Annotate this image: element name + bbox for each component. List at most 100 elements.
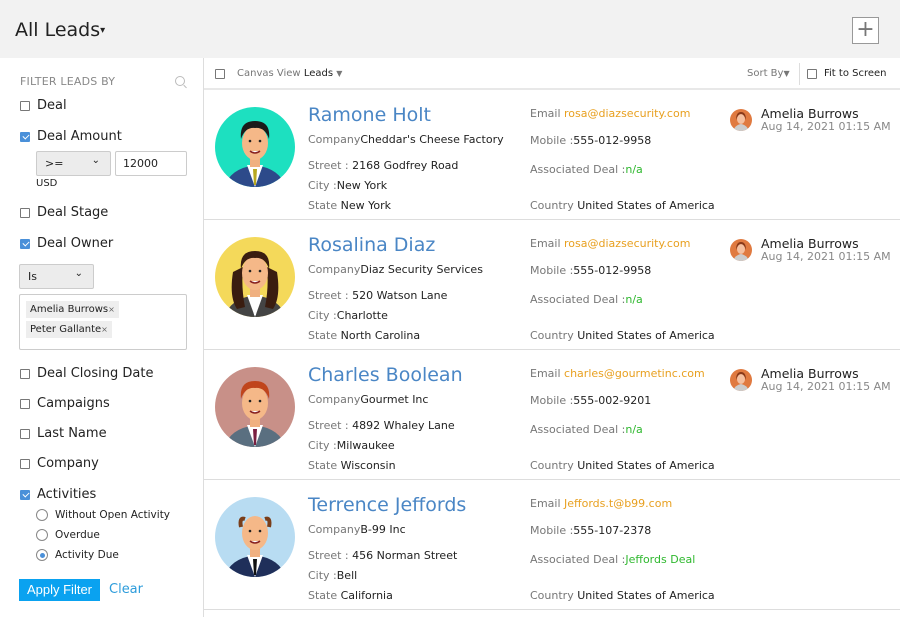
field-label: Country [530,459,574,472]
filter-label: Last Name [37,426,107,441]
radio-label: Without Open Activity [55,509,171,521]
filter-item[interactable]: Company [20,456,99,471]
filter-label: Deal Closing Date [37,366,154,381]
filter-item[interactable]: Deal [20,98,67,113]
filter-label: Campaigns [37,396,110,411]
filter-item[interactable]: Last Name [20,426,107,441]
filter-label: Company [37,456,99,471]
radio-button[interactable] [36,549,48,561]
field-value: 555-012-9958 [573,264,652,277]
owner-date: Aug 14, 2021 01:15 AM [761,380,891,393]
filter-label: Deal Owner [37,236,114,251]
lead-name[interactable]: Rosalina Diaz [308,234,435,256]
owner-tag[interactable]: Amelia Burrows× [26,301,119,318]
clear-link[interactable]: Clear [109,582,143,597]
divider [799,63,800,85]
field-label: Company [308,263,361,276]
amount-operator-select[interactable]: >= ⌄ [36,151,111,176]
field-value: 2168 Godfrey Road [352,159,459,172]
activity-option[interactable]: Overdue [36,529,100,541]
state-field: State California [308,589,393,602]
filter-item[interactable]: Activities [20,487,96,502]
select-all-checkbox[interactable] [215,69,225,79]
field-label: Street : [308,419,349,432]
lead-card[interactable]: Terrence Jeffords CompanyB-99 Inc Street… [204,480,900,610]
company-field: CompanyGourmet Inc [308,393,428,406]
field-label: Mobile : [530,134,574,147]
filter-label: Deal [37,98,67,113]
email-link[interactable]: Jeffords.t@b99.com [564,497,672,510]
state-field: State North Carolina [308,329,420,342]
deal-link[interactable]: n/a [625,293,642,306]
fit-to-screen-toggle[interactable]: Fit to Screen [807,68,887,79]
filter-checkbox[interactable] [20,398,30,409]
lead-card[interactable]: Charles Boolean CompanyGourmet Inc Stree… [204,350,900,480]
street-field: Street : 4892 Whaley Lane [308,419,455,432]
filter-item[interactable]: Deal Owner [20,236,113,251]
filter-item[interactable]: Deal Stage [20,205,108,220]
field-value: 555-002-9201 [573,394,652,407]
owner-avatar [730,109,752,131]
owner-tag[interactable]: Peter Gallante× [26,321,112,338]
filter-checkbox[interactable] [20,238,30,249]
remove-icon[interactable]: × [101,325,108,334]
tag-label: Peter Gallante [30,324,102,335]
lead-card[interactable]: Rosalina Diaz CompanyDiaz Security Servi… [204,220,900,350]
activity-option[interactable]: Activity Due [36,549,119,561]
apply-filter-button[interactable]: Apply Filter [19,579,100,601]
lead-avatar [215,367,295,447]
filter-label: Deal Stage [37,205,109,220]
field-value: Gourmet Inc [360,393,429,406]
sort-by-dropdown[interactable]: Sort By▼ [747,68,790,79]
remove-icon[interactable]: × [108,305,115,314]
filter-checkbox[interactable] [20,428,30,439]
deal-link[interactable]: Jeffords Deal [625,553,695,566]
page-header: All Leads▾ + [0,0,900,58]
deal-link[interactable]: n/a [625,163,642,176]
filter-checkbox[interactable] [20,458,30,469]
fit-checkbox[interactable] [807,68,817,79]
deal-link[interactable]: n/a [625,423,642,436]
field-label: Street : [308,159,349,172]
filter-checkbox[interactable] [20,207,30,218]
view-switcher[interactable]: Canvas View Leads ▼ [237,68,342,79]
owner-name: Amelia Burrows [761,236,859,251]
filter-item[interactable]: Campaigns [20,396,110,411]
lead-name[interactable]: Terrence Jeffords [308,494,466,516]
country-field: Country United States of America [530,199,715,212]
lead-name[interactable]: Charles Boolean [308,364,463,386]
add-lead-button[interactable]: + [852,17,879,44]
email-link[interactable]: rosa@diazsecurity.com [564,107,690,120]
owner-operator-select[interactable]: Is ⌄ [19,264,94,289]
filter-item[interactable]: Deal Closing Date [20,366,153,381]
lead-card[interactable]: Ramone Holt CompanyCheddar's Cheese Fact… [204,90,900,220]
mobile-field: Mobile :555-012-9958 [530,134,651,147]
filter-sidebar: FILTER LEADS BY Deal Deal Amount Deal Stag… [0,58,204,617]
field-label: Mobile : [530,264,574,277]
caret-down-icon: ▼ [783,69,790,78]
view-selector[interactable]: All Leads▾ [15,19,105,41]
filter-checkbox[interactable] [20,368,30,379]
currency-label: USD [36,178,58,189]
lead-name[interactable]: Ramone Holt [308,104,431,126]
field-label: City : [308,439,337,452]
filter-item[interactable]: Deal Amount [20,129,122,144]
owner-tag-input[interactable]: Amelia Burrows× Peter Gallante× [19,294,187,350]
radio-button[interactable] [36,529,48,541]
filter-label: Activities [37,487,97,502]
radio-button[interactable] [36,509,48,521]
filter-checkbox[interactable] [20,489,30,500]
field-label: Country [530,589,574,602]
email-link[interactable]: charles@gourmetinc.com [564,367,705,380]
radio-label: Overdue [55,529,100,541]
amount-input[interactable]: 12000 [115,151,187,176]
field-label: Company [308,523,361,536]
filter-checkbox[interactable] [20,131,30,142]
sort-label: Sort By [747,68,784,79]
tag-label: Amelia Burrows [30,304,109,315]
filter-checkbox[interactable] [20,100,30,111]
search-icon[interactable] [175,76,185,86]
deal-field: Associated Deal :n/a [530,163,643,176]
activity-option[interactable]: Without Open Activity [36,509,170,521]
email-link[interactable]: rosa@diazsecurity.com [564,237,690,250]
